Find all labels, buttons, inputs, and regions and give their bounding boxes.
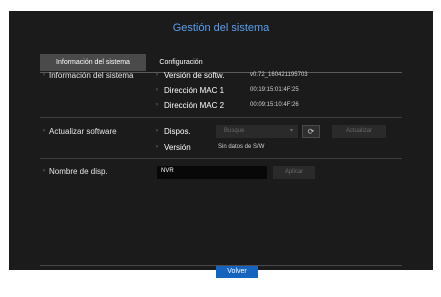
- row-bullet-icon: ›: [156, 87, 158, 93]
- row-bullet-icon: ›: [156, 128, 158, 134]
- tab-configuration[interactable]: Configuración: [146, 54, 216, 71]
- device-label: Dispos.: [164, 127, 191, 136]
- device-select[interactable]: Busque ▾: [216, 125, 298, 138]
- mac1-label: Dirección MAC 1: [164, 86, 225, 95]
- version-value: Sin datos de S/W: [218, 144, 265, 150]
- mac1-value: 00:19:15:01:4F:25: [250, 87, 299, 93]
- section-divider: [40, 117, 402, 118]
- row-bullet-icon: ›: [156, 102, 158, 108]
- page-title: Gestión del sistema: [172, 22, 270, 34]
- section-system-info-label: Información del sistema: [49, 71, 134, 80]
- version-label: Versión: [164, 143, 191, 152]
- back-button[interactable]: Volver: [216, 266, 258, 278]
- section-divider: [40, 158, 402, 159]
- row-bullet-icon: ›: [156, 72, 158, 78]
- section-bullet-icon: ›: [43, 72, 45, 78]
- software-version-label: Versión de softw.: [164, 71, 225, 80]
- mac2-label: Dirección MAC 2: [164, 101, 225, 110]
- device-select-value: Busque: [224, 128, 245, 134]
- section-update-label: Actualizar software: [49, 127, 117, 136]
- section-bullet-icon: ›: [43, 168, 45, 174]
- refresh-button[interactable]: ⟳: [302, 125, 320, 138]
- mac2-value: 00:09:15:10:4F:26: [250, 102, 299, 108]
- refresh-icon: ⟳: [307, 127, 315, 136]
- software-version-value: v0.72_160421195703: [250, 72, 308, 78]
- apply-button[interactable]: Aplicar: [273, 166, 315, 179]
- section-bullet-icon: ›: [43, 128, 45, 134]
- device-name-input[interactable]: NVR: [157, 166, 267, 179]
- section-device-name-label: Nombre de disp.: [49, 167, 108, 176]
- tab-system-info[interactable]: Información del sistema: [40, 54, 146, 71]
- row-bullet-icon: ›: [156, 144, 158, 150]
- chevron-down-icon: ▾: [289, 128, 293, 134]
- system-management-window: Gestión del sistema Información del sist…: [9, 11, 433, 278]
- update-button[interactable]: Actualizar: [332, 125, 386, 138]
